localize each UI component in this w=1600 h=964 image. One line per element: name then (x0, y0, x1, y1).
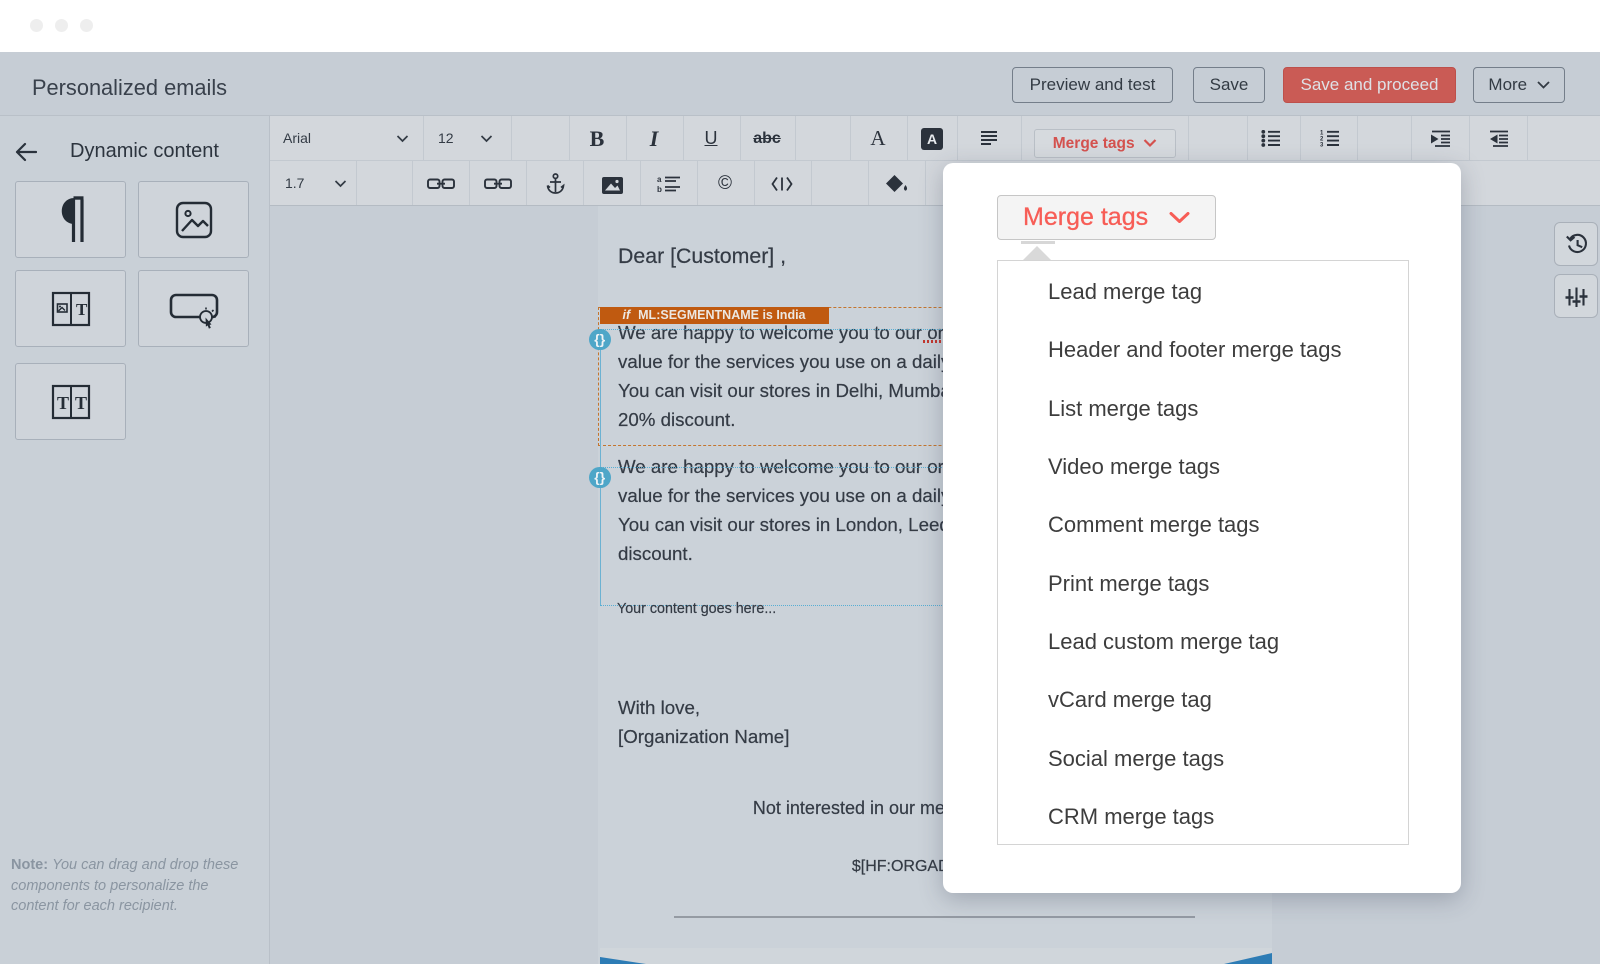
svg-text:a: a (657, 175, 662, 184)
svg-text:T: T (76, 300, 88, 319)
svg-text:3: 3 (1320, 143, 1324, 148)
svg-text:T: T (57, 393, 69, 413)
svg-text:T: T (75, 393, 87, 413)
svg-text:b: b (657, 185, 662, 193)
